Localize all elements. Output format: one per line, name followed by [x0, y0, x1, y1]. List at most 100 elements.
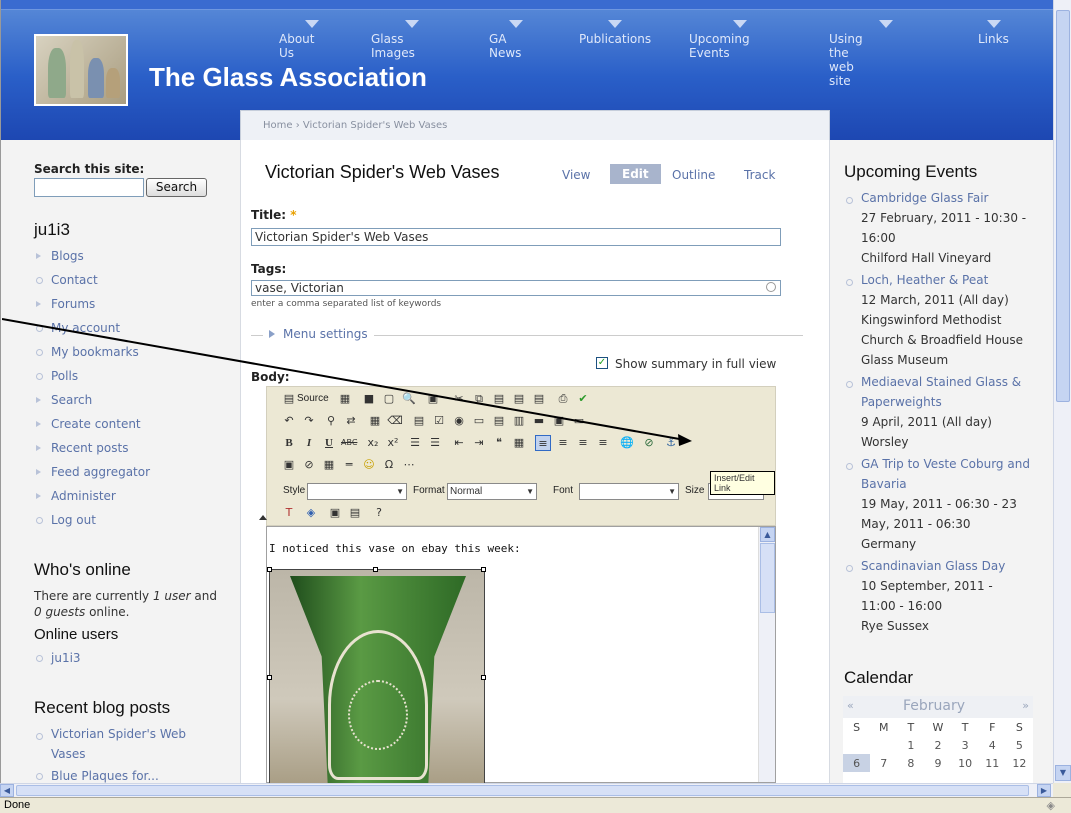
- collapse-toolbar-icon[interactable]: [259, 515, 267, 520]
- menu-item-polls[interactable]: Polls: [34, 364, 229, 388]
- text-color-icon[interactable]: T: [281, 505, 297, 521]
- creatediv-icon[interactable]: ▦: [511, 435, 527, 451]
- align-justify-icon[interactable]: ≡: [595, 435, 611, 451]
- button-field-icon[interactable]: ▬: [531, 413, 547, 429]
- search-button[interactable]: Search: [146, 178, 207, 197]
- tab-track[interactable]: Track: [744, 168, 775, 182]
- tab-view[interactable]: View: [562, 168, 590, 182]
- new-page-icon[interactable]: ▢: [381, 391, 397, 407]
- menu-item-create-content[interactable]: Create content: [34, 412, 229, 436]
- nav-ga-news[interactable]: GA News: [489, 32, 521, 60]
- menu-item-my-bookmarks[interactable]: My bookmarks: [34, 340, 229, 364]
- scroll-up-icon[interactable]: ▲: [760, 527, 775, 542]
- paste-icon[interactable]: ▤: [491, 391, 507, 407]
- calendar-day[interactable]: 11: [979, 754, 1006, 772]
- superscript-icon[interactable]: x²: [385, 435, 401, 451]
- paste-text-icon[interactable]: ▤: [511, 391, 527, 407]
- resize-handle[interactable]: [267, 675, 272, 680]
- align-right-icon[interactable]: ≡: [575, 435, 591, 451]
- nav-upcoming-events[interactable]: Upcoming Events: [689, 32, 750, 60]
- preview-icon[interactable]: 🔍: [401, 391, 417, 407]
- page-break-icon[interactable]: ⋯: [401, 457, 417, 473]
- menu-settings-toggle[interactable]: Menu settings: [263, 327, 374, 341]
- blockquote-icon[interactable]: ❝: [491, 435, 507, 451]
- paste-word-icon[interactable]: ▤: [531, 391, 547, 407]
- summary-checkbox[interactable]: ✓: [596, 357, 608, 369]
- page-horizontal-scrollbar[interactable]: ◀ ▶: [0, 783, 1053, 797]
- special-char-icon[interactable]: Ω: [381, 457, 397, 473]
- bold-icon[interactable]: B: [281, 435, 297, 451]
- editor-scrollbar[interactable]: ▲: [758, 527, 775, 782]
- recent-blog-item[interactable]: Blue Plaques for...: [34, 764, 204, 783]
- nav-about-us[interactable]: About Us: [279, 32, 314, 60]
- scroll-right-icon[interactable]: ▶: [1037, 784, 1051, 797]
- form-icon[interactable]: ▤: [411, 413, 427, 429]
- subscript-icon[interactable]: x₂: [365, 435, 381, 451]
- calendar-day-today[interactable]: 6: [843, 754, 871, 772]
- checkbox-icon[interactable]: ☑: [431, 413, 447, 429]
- strikethrough-icon[interactable]: ABC: [341, 435, 357, 451]
- horizontal-scroll-thumb[interactable]: [16, 785, 1029, 796]
- event-item[interactable]: Cambridge Glass Fair 27 February, 2011 - …: [844, 188, 1044, 268]
- textfield-icon[interactable]: ▭: [471, 413, 487, 429]
- select-all-icon[interactable]: ▦: [367, 413, 383, 429]
- format-select[interactable]: Normal ▼: [447, 483, 537, 500]
- resize-handle[interactable]: [481, 675, 486, 680]
- event-name[interactable]: Scandinavian Glass Day: [861, 559, 1005, 573]
- event-name[interactable]: Loch, Heather & Peat: [861, 273, 988, 287]
- search-input[interactable]: [34, 178, 144, 197]
- menu-item-log-out[interactable]: Log out: [34, 508, 229, 532]
- resize-handle[interactable]: [267, 567, 272, 572]
- spellcheck-icon[interactable]: ✔: [575, 391, 591, 407]
- nav-glass-images[interactable]: Glass Images: [371, 32, 415, 60]
- align-left-icon[interactable]: ≡: [535, 435, 551, 451]
- anchor-icon[interactable]: ⚓: [663, 435, 679, 451]
- event-item[interactable]: GA Trip to Veste Coburg and Bavaria 19 Ma…: [844, 454, 1044, 554]
- source-icon[interactable]: ▤: [281, 391, 297, 407]
- editor-body[interactable]: I noticed this vase on ebay this week: ▲: [266, 526, 776, 783]
- site-name[interactable]: The Glass Association: [149, 62, 427, 93]
- calendar-day[interactable]: 1: [897, 736, 924, 754]
- tab-edit[interactable]: Edit: [610, 164, 661, 184]
- event-item[interactable]: Mediaeval Stained Glass & Paperweights 9 …: [844, 372, 1044, 452]
- image-icon[interactable]: ▣: [281, 457, 297, 473]
- calendar-day[interactable]: 12: [1006, 754, 1033, 772]
- outdent-icon[interactable]: ⇤: [451, 435, 467, 451]
- calendar-day[interactable]: 10: [952, 754, 979, 772]
- menu-item-forums[interactable]: Forums: [34, 292, 229, 316]
- nav-links[interactable]: Links: [978, 32, 1009, 46]
- page-vertical-scrollbar[interactable]: ▼: [1053, 0, 1071, 783]
- calendar-next[interactable]: »: [1022, 699, 1029, 712]
- menu-item-search[interactable]: Search: [34, 388, 229, 412]
- event-name[interactable]: Mediaeval Stained Glass & Paperweights: [861, 375, 1021, 409]
- resize-handle[interactable]: [373, 567, 378, 572]
- style-select[interactable]: ▼: [307, 483, 407, 500]
- calendar-day[interactable]: 5: [1006, 736, 1033, 754]
- vase-image[interactable]: [269, 569, 485, 783]
- scroll-down-icon[interactable]: ▼: [1055, 765, 1071, 781]
- radio-icon[interactable]: ◉: [451, 413, 467, 429]
- site-logo[interactable]: [34, 34, 128, 106]
- image-button-icon[interactable]: ▣: [551, 413, 567, 429]
- find-icon[interactable]: ⚲: [323, 413, 339, 429]
- page-scroll-thumb[interactable]: [1056, 10, 1070, 402]
- calendar-day[interactable]: 4: [979, 736, 1006, 754]
- unlink-icon[interactable]: ⊘: [641, 435, 657, 451]
- calendar-month[interactable]: February: [903, 698, 965, 714]
- event-name[interactable]: Cambridge Glass Fair: [861, 191, 988, 205]
- templates-icon[interactable]: ▣: [425, 391, 441, 407]
- event-item[interactable]: Scandinavian Glass Day 10 September, 2011…: [844, 556, 1044, 636]
- menu-item-blogs[interactable]: Blogs: [34, 244, 229, 268]
- menu-item-my-account[interactable]: My account: [34, 316, 229, 340]
- copy-icon[interactable]: ⧉: [471, 391, 487, 407]
- italic-icon[interactable]: I: [301, 435, 317, 451]
- show-blocks-icon[interactable]: ▤: [347, 505, 363, 521]
- scroll-thumb[interactable]: [760, 543, 775, 613]
- redo-icon[interactable]: ↷: [301, 413, 317, 429]
- unordered-list-icon[interactable]: ☰: [427, 435, 443, 451]
- calendar-day[interactable]: 8: [897, 754, 924, 772]
- about-icon[interactable]: ?: [371, 505, 387, 521]
- event-item[interactable]: Loch, Heather & Peat 12 March, 2011 (All …: [844, 270, 1044, 370]
- nav-using-web-site[interactable]: Using the web site: [829, 32, 863, 88]
- maximize-icon[interactable]: ▣: [327, 505, 343, 521]
